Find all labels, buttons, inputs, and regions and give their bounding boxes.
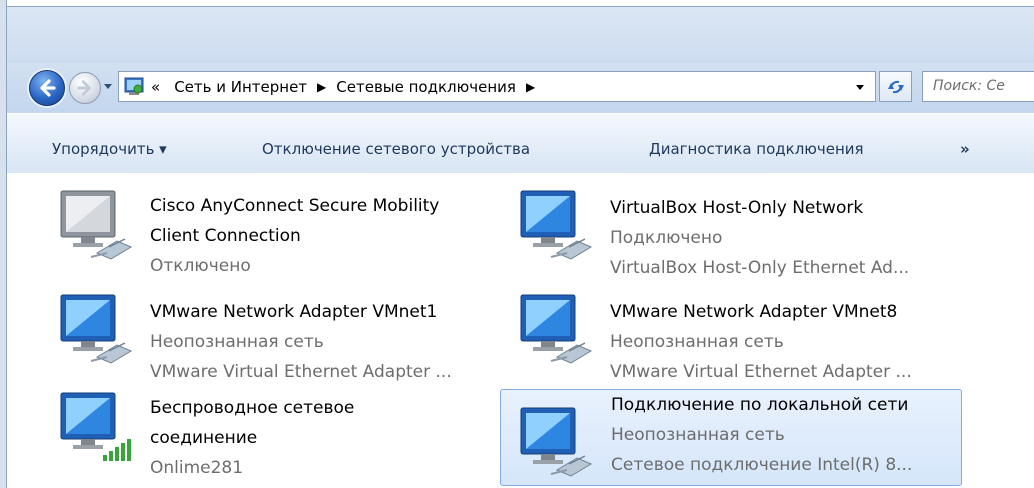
connection-status: Неопознанная сеть	[610, 332, 784, 352]
connection-item[interactable]: Cisco AnyConnect Secure Mobility Client …	[7, 173, 457, 276]
forward-button[interactable]	[69, 72, 101, 104]
refresh-icon	[887, 80, 904, 93]
breadcrumb-chevron-icon[interactable]: ▶	[526, 80, 535, 94]
arrow-left-icon	[40, 79, 56, 97]
command-bar: Упорядочить ▾ Отключение сетевого устрой…	[7, 113, 1034, 174]
organize-button[interactable]: Упорядочить ▾	[52, 140, 167, 158]
window-frame-left	[0, 0, 7, 488]
breadcrumb-chevron-icon[interactable]: ▶	[317, 80, 326, 94]
connection-item[interactable]: VMware Network Adapter VMnet1 Неопознанн…	[7, 277, 457, 382]
connection-status: Onlime281	[150, 458, 244, 478]
connection-name: VMware Network Adapter VMnet8	[610, 302, 898, 322]
history-dropdown-icon[interactable]	[103, 81, 113, 91]
window-frame-top	[0, 0, 1034, 7]
connection-status: Неопознанная сеть	[611, 425, 785, 445]
title-bar	[7, 7, 1034, 63]
connection-item[interactable]: VirtualBox Host-Only Network Подключено …	[467, 173, 917, 278]
back-button[interactable]	[29, 70, 65, 106]
breadcrumb-item-network-internet[interactable]: Сеть и Интернет	[172, 78, 309, 96]
search-input[interactable]: Поиск: Се	[922, 71, 1034, 102]
address-dropdown-icon[interactable]	[855, 82, 865, 92]
address-bar[interactable]: « ▶ Сеть и Интернет ▶ Сетевые подключени…	[118, 71, 876, 102]
connection-name: VirtualBox Host-Only Network	[610, 198, 864, 218]
more-commands-button[interactable]: »	[960, 140, 970, 158]
connection-name: VMware Network Adapter VMnet1	[150, 302, 438, 322]
breadcrumb-overflow[interactable]: «	[151, 78, 160, 96]
network-adapter-icon	[507, 287, 603, 367]
connection-status: Неопознанная сеть	[150, 332, 324, 352]
connection-item-selected[interactable]: Подключение по локальной сети Неопознанн…	[500, 389, 962, 486]
navigation-bar: « ▶ Сеть и Интернет ▶ Сетевые подключени…	[7, 63, 1034, 113]
connection-device: VMware Virtual Ethernet Adapter ...	[610, 362, 912, 382]
refresh-button[interactable]	[879, 71, 912, 102]
network-adapter-icon	[507, 183, 603, 263]
diagnose-connection-button[interactable]: Диагностика подключения	[649, 140, 864, 158]
connection-device: Сетевое подключение Intel(R) 8...	[611, 455, 913, 475]
connection-item[interactable]: VMware Network Adapter VMnet8 Неопознанн…	[467, 277, 917, 382]
connection-name: Cisco AnyConnect Secure Mobility Client …	[150, 196, 440, 246]
breadcrumb-item-network-connections[interactable]: Сетевые подключения	[334, 78, 518, 96]
connection-name: Беспроводное сетевое соединение	[150, 398, 355, 448]
network-adapter-disconnected-icon	[47, 183, 143, 263]
connections-list: Cisco AnyConnect Secure Mobility Client …	[7, 173, 1034, 488]
disable-device-button[interactable]: Отключение сетевого устройства	[262, 140, 530, 158]
wireless-adapter-icon	[47, 385, 143, 465]
control-panel-icon	[123, 76, 145, 98]
connection-status: Подключено	[610, 228, 723, 248]
connection-name: Подключение по локальной сети	[611, 395, 909, 415]
network-adapter-icon	[47, 287, 143, 367]
network-adapter-icon	[507, 400, 603, 480]
connection-item[interactable]: Беспроводное сетевое соединение Onlime28…	[7, 375, 457, 478]
arrow-right-icon	[77, 80, 91, 96]
